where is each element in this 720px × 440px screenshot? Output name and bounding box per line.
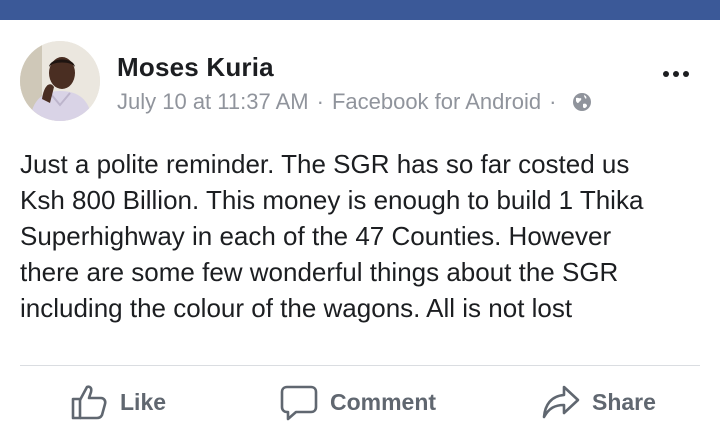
post-text-line: Superhighway in each of the 47 Counties.…: [20, 221, 612, 251]
app-header-bar: [0, 0, 720, 20]
post-text: Just a polite reminder. The SGR has so f…: [20, 146, 710, 326]
post-author-name[interactable]: Moses Kuria: [117, 52, 274, 83]
post-source: Facebook for Android: [331, 89, 542, 114]
share-label: Share: [592, 388, 656, 415]
comment-icon: [280, 385, 318, 421]
share-arrow-icon: [542, 385, 580, 419]
post-timestamp[interactable]: July 10 at 11:37 AM: [117, 89, 309, 115]
post-actions-bar: Like Comment Share: [0, 372, 720, 432]
globe-icon[interactable]: [572, 92, 592, 112]
like-label: Like: [120, 388, 167, 415]
more-options-icon[interactable]: [656, 62, 696, 86]
more-dot: [683, 71, 689, 77]
post-text-line: there are some few wonderful things abou…: [20, 257, 619, 287]
like-button[interactable]: Like: [70, 380, 166, 424]
comment-label: Comment: [330, 388, 437, 415]
post-text-line: Ksh 800 Billion. This money is enough to…: [20, 185, 644, 215]
share-button[interactable]: Share: [542, 380, 656, 424]
avatar[interactable]: [20, 41, 100, 121]
post-text-line: Just a polite reminder. The SGR has so f…: [20, 149, 630, 179]
more-dot: [663, 71, 669, 77]
meta-separator: ·: [549, 89, 557, 114]
actions-divider: [20, 365, 700, 366]
comment-button[interactable]: Comment: [280, 380, 436, 424]
more-dot: [673, 71, 679, 77]
thumbs-up-icon: [71, 385, 107, 420]
post-meta: July 10 at 11:37 AM · Facebook for Andro…: [117, 88, 592, 116]
meta-separator: ·: [316, 89, 324, 114]
post-text-line: including the colour of the wagons. All …: [20, 293, 573, 323]
avatar-photo: [20, 41, 100, 121]
